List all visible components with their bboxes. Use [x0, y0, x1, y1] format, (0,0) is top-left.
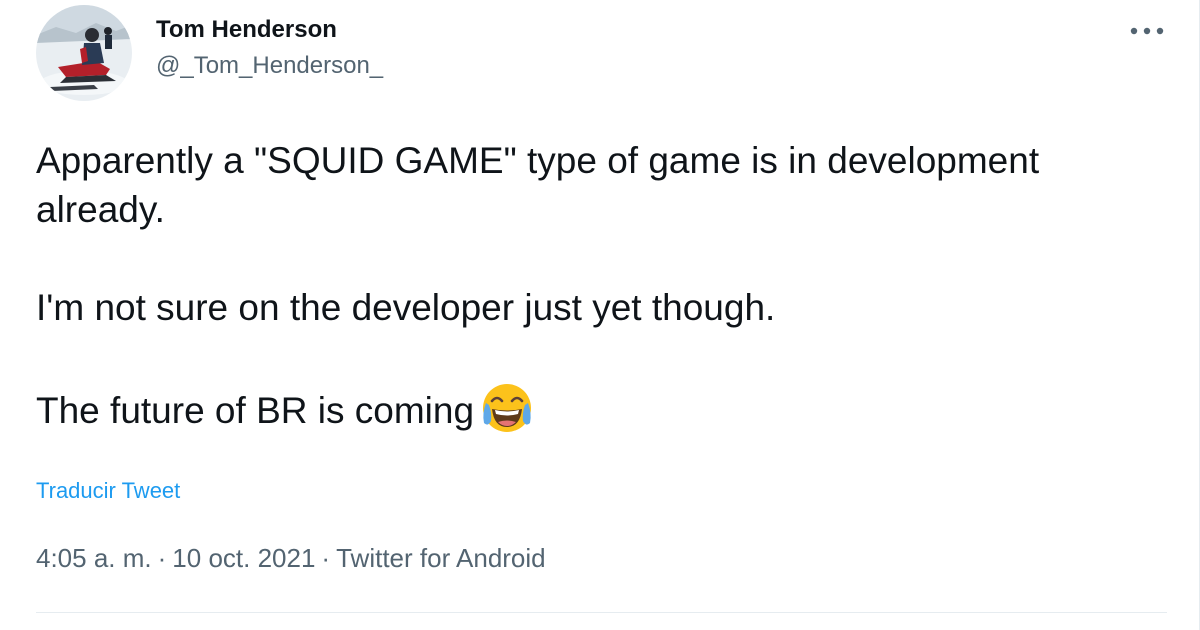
user-block: Tom Henderson @_Tom_Henderson_	[156, 14, 383, 82]
tweet-paragraph-last: The future of BR is coming	[36, 381, 1156, 435]
tweet-paragraph: I'm not sure on the developer just yet t…	[36, 287, 776, 328]
meta-separator: ·	[321, 543, 331, 573]
tweet-text: Apparently a "SQUID GAME" type of game i…	[36, 136, 1156, 435]
tweet-date[interactable]: 10 oct. 2021	[172, 543, 315, 573]
more-horizontal-icon	[1130, 27, 1164, 35]
author-display-name[interactable]: Tom Henderson	[156, 14, 383, 46]
more-options-button[interactable]	[1125, 16, 1169, 46]
tweet-paragraph-text: The future of BR is coming	[36, 390, 475, 431]
face-with-tears-of-joy-icon	[483, 384, 532, 432]
divider	[36, 612, 1167, 613]
tweet-paragraph: Apparently a "SQUID GAME" type of game i…	[36, 140, 1040, 230]
author-avatar[interactable]	[36, 5, 132, 101]
tweet-meta: 4:05 a. m. · 10 oct. 2021 · Twitter for Andr…	[36, 543, 546, 574]
tweet-time[interactable]: 4:05 a. m.	[36, 543, 152, 573]
tweet-source[interactable]: Twitter for Android	[336, 543, 546, 573]
author-handle[interactable]: @_Tom_Henderson_	[156, 50, 383, 82]
snowmobile-photo-avatar	[36, 5, 132, 101]
meta-separator: ·	[157, 543, 167, 573]
translate-tweet-link[interactable]: Traducir Tweet	[36, 478, 180, 504]
tweet-card: Tom Henderson @_Tom_Henderson_ Apparentl…	[0, 0, 1200, 630]
